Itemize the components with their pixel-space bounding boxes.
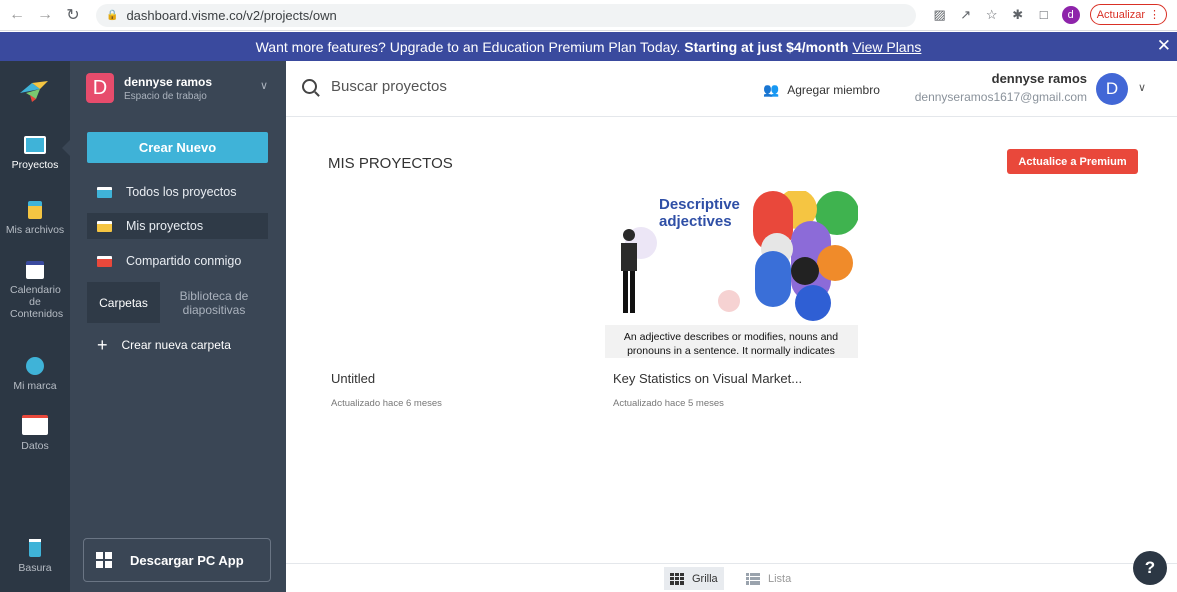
help-button[interactable]: ? (1133, 551, 1167, 585)
more-icon: ⋮ (1149, 9, 1160, 21)
files-icon (28, 201, 42, 219)
project-updated: Actualizado hace 6 meses (331, 398, 442, 409)
view-toggle-bar: Grilla Lista (286, 563, 1177, 592)
list-icon (746, 572, 760, 585)
thumb-caption-line1: An adjective describes or modifies, noun… (624, 331, 838, 343)
user-info: dennyse ramos dennyseramos1617@gmail.com (915, 71, 1087, 104)
rail-item-data[interactable]: Datos (0, 415, 70, 452)
upgrade-premium-button[interactable]: Actualice a Premium (1007, 149, 1138, 174)
page-title: MIS PROYECTOS (328, 155, 453, 172)
trash-icon (29, 539, 41, 557)
windows-icon (96, 552, 112, 568)
list-view-label: Lista (768, 572, 792, 585)
rail-item-brand[interactable]: Mi marca (0, 357, 70, 392)
user-avatar[interactable]: D (1096, 73, 1128, 105)
project-title[interactable]: Key Statistics on Visual Market... (613, 371, 802, 386)
nav-item-label: Todos los proyectos (126, 185, 237, 199)
workspace-switcher[interactable]: D dennyse ramos Espacio de trabajo ∨ (86, 73, 270, 107)
thumbnail-image: Descriptive adjectives An adjective desc… (605, 191, 858, 358)
add-member-label: Agregar miembro (787, 83, 880, 97)
translate-icon[interactable]: ▨ (932, 7, 948, 23)
banner-text: Want more features? Upgrade to an Educat… (255, 38, 681, 55)
rail-label: Calendario de Contenidos (10, 284, 64, 320)
user-email: dennyseramos1617@gmail.com (914, 90, 1087, 104)
rail-label: Basura (18, 562, 52, 574)
thumb-title-line1: Descriptive (659, 196, 740, 213)
user-name: dennyse ramos (991, 71, 1087, 86)
upgrade-banner: Want more features? Upgrade to an Educat… (0, 32, 1177, 61)
address-bar[interactable]: 🔒 dashboard.visme.co/v2/projects/own (96, 4, 916, 27)
search-icon (302, 79, 317, 94)
sidepanel-icon[interactable]: □ (1036, 7, 1052, 22)
extensions-icon[interactable]: ✱ (1010, 7, 1026, 23)
thumb-title-line2: adjectives (659, 213, 732, 230)
visme-logo (20, 81, 48, 102)
chevron-down-icon: ∨ (259, 80, 268, 92)
url-text: dashboard.visme.co/v2/projects/own (126, 8, 337, 23)
brand-icon (26, 357, 44, 375)
rail-label: Datos (21, 440, 49, 452)
rail-label: Proyectos (11, 159, 59, 171)
create-folder-button[interactable]: + Crear nueva carpeta (97, 335, 231, 355)
tab-slide-library[interactable]: Biblioteca de diapositivas (160, 282, 268, 323)
projects-panel: D dennyse ramos Espacio de trabajo ∨ Cre… (70, 61, 286, 592)
view-plans-link[interactable]: View Plans (852, 39, 921, 55)
share-icon[interactable]: ↗ (958, 7, 974, 23)
search-field[interactable]: Buscar proyectos (302, 78, 447, 95)
workspace-avatar: D (86, 73, 114, 103)
nav-item-my-projects[interactable]: Mis proyectos (87, 213, 268, 239)
lock-icon: 🔒 (106, 10, 119, 21)
projects-icon (24, 136, 46, 154)
data-chart-icon (22, 415, 48, 435)
add-member-button[interactable]: 👥 Agregar miembro (763, 82, 880, 98)
calendar-icon (26, 261, 44, 279)
my-projects-icon (97, 220, 112, 232)
profile-avatar[interactable]: d (1061, 5, 1080, 24)
grid-view-label: Grilla (692, 572, 718, 585)
back-icon[interactable]: ← (6, 6, 28, 24)
project-updated: Actualizado hace 5 meses (613, 398, 724, 409)
workspace-name: dennyse ramos (124, 75, 213, 89)
rail-item-projects[interactable]: Proyectos (0, 136, 70, 171)
grid-icon (670, 572, 684, 585)
main-content: MIS PROYECTOS Actualice a Premium Descri… (286, 117, 1177, 563)
create-new-button[interactable]: Crear Nuevo (87, 132, 268, 163)
rail-label: Mi marca (13, 380, 57, 392)
top-bar: Buscar proyectos 👥 Agregar miembro denny… (286, 61, 1177, 117)
search-placeholder: Buscar proyectos (331, 78, 447, 95)
create-folder-label: Crear nueva carpeta (121, 338, 231, 352)
star-icon[interactable]: ☆ (984, 7, 1000, 23)
rail-item-my-files[interactable]: Mis archivos (0, 201, 70, 236)
project-thumbnail[interactable]: Descriptive adjectives An adjective desc… (605, 191, 858, 358)
nav-item-label: Compartido conmigo (126, 254, 242, 268)
update-label: Actualizar (1096, 8, 1145, 21)
users-icon: 👥 (763, 82, 780, 97)
download-pc-app-button[interactable]: Descargar PC App (83, 538, 271, 582)
all-projects-icon (97, 186, 112, 198)
folder-tabs: Carpetas Biblioteca de diapositivas (87, 282, 268, 323)
plus-icon: + (97, 335, 108, 355)
list-view-button[interactable]: Lista (740, 567, 797, 590)
shared-icon (97, 255, 112, 267)
grid-view-button[interactable]: Grilla (664, 567, 724, 590)
tab-folders[interactable]: Carpetas (87, 282, 160, 323)
forward-icon[interactable]: → (34, 6, 56, 24)
icon-rail: Proyectos Mis archivos Calendario de Con… (0, 61, 70, 592)
download-label: Descargar PC App (130, 552, 244, 568)
nav-item-all-projects[interactable]: Todos los proyectos (87, 179, 268, 205)
reload-icon[interactable]: ↻ (62, 5, 84, 25)
nav-item-shared[interactable]: Compartido conmigo (87, 248, 268, 274)
update-button[interactable]: Actualizar ⋮ (1089, 4, 1167, 25)
chevron-down-icon[interactable]: ∨ (1138, 81, 1146, 94)
banner-bold: Starting at just $4/month (684, 38, 849, 55)
thumb-caption-line2: pronouns in a sentence. It normally indi… (627, 345, 835, 357)
rail-item-calendar[interactable]: Calendario de Contenidos (0, 261, 70, 320)
nav-item-label: Mis proyectos (126, 219, 204, 233)
rail-label: Mis archivos (5, 224, 65, 236)
project-title[interactable]: Untitled (331, 371, 375, 386)
close-icon[interactable]: ✕ (1157, 36, 1171, 56)
browser-toolbar: ← → ↻ 🔒 dashboard.visme.co/v2/projects/o… (0, 0, 1177, 31)
rail-item-trash[interactable]: Basura (0, 539, 70, 574)
workspace-subtitle: Espacio de trabajo (124, 91, 207, 102)
